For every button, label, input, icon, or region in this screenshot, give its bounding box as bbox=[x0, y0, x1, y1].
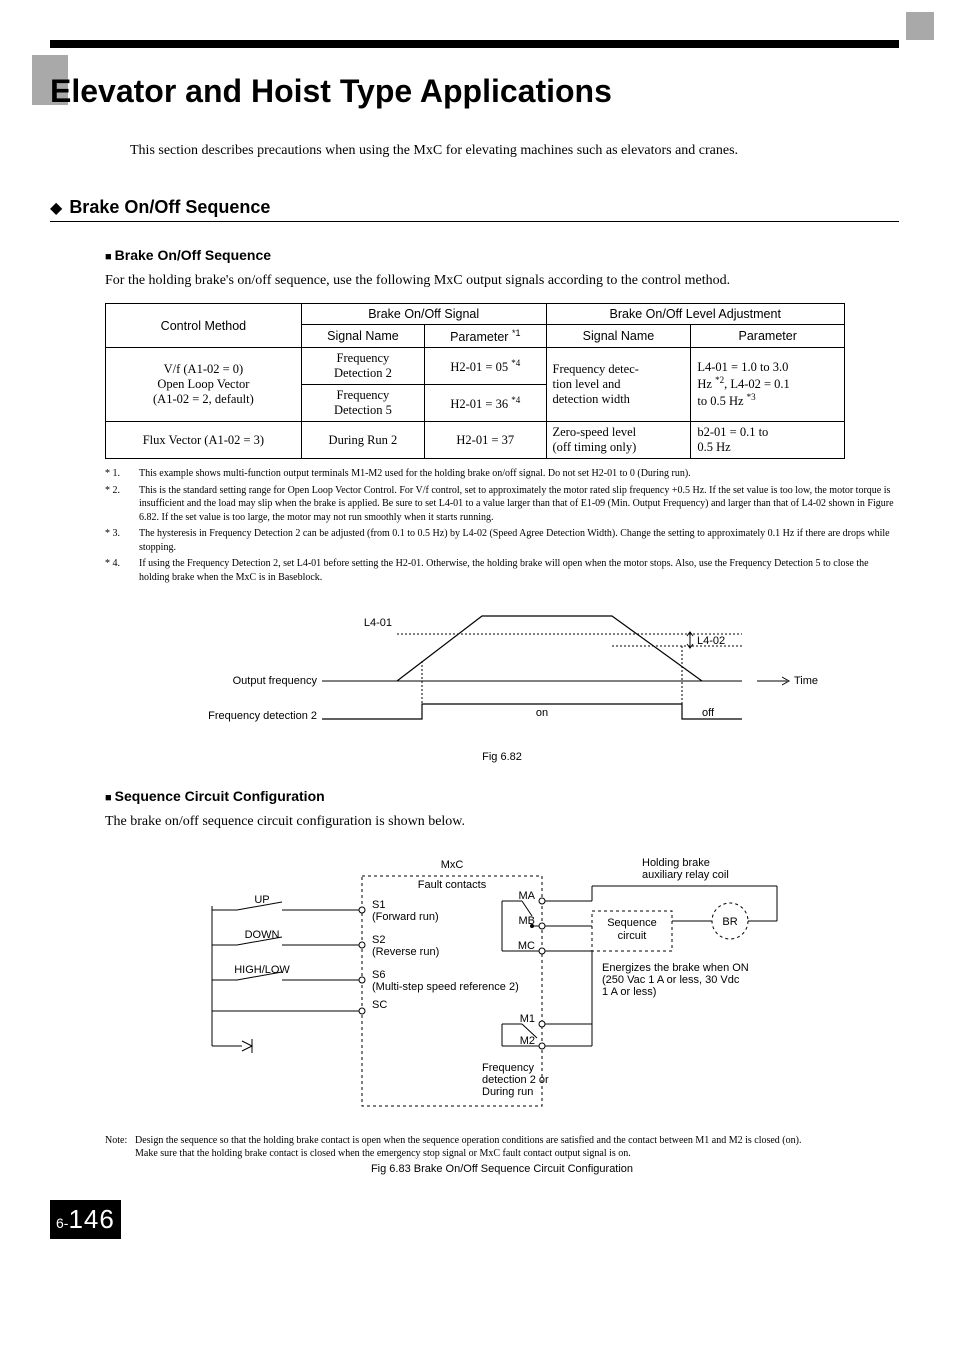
svg-text:HIGH/LOW: HIGH/LOW bbox=[234, 964, 290, 976]
svg-text:MA: MA bbox=[519, 890, 536, 902]
fig-683-caption: Fig 6.83 Brake On/Off Sequence Circuit C… bbox=[105, 1163, 899, 1175]
svg-text:S1: S1 bbox=[372, 899, 385, 911]
svg-text:L4-02: L4-02 bbox=[697, 635, 725, 647]
timing-diagram: L4-01 L4-02 Output frequency Time Freque… bbox=[105, 596, 899, 763]
page-title-wrap: Elevator and Hoist Type Applications bbox=[50, 73, 899, 110]
svg-text:off: off bbox=[702, 707, 715, 719]
svg-text:circuit: circuit bbox=[618, 930, 647, 942]
th-param: Parameter *1 bbox=[425, 325, 546, 348]
svg-text:L4-01: L4-01 bbox=[364, 617, 392, 629]
svg-text:M1: M1 bbox=[520, 1013, 535, 1025]
svg-text:(Reverse run): (Reverse run) bbox=[372, 946, 439, 958]
diamond-icon: ◆ bbox=[50, 198, 62, 218]
svg-text:1 A or less): 1 A or less) bbox=[602, 986, 656, 998]
th-param2: Parameter bbox=[691, 325, 845, 348]
section-heading-text: Brake On/Off Sequence bbox=[69, 197, 270, 218]
sub-heading-circuit: ■Sequence Circuit Configuration bbox=[105, 788, 899, 804]
svg-text:Energizes the brake when ON: Energizes the brake when ON bbox=[602, 962, 749, 974]
svg-text:Output frequency: Output frequency bbox=[233, 675, 318, 687]
svg-text:MxC: MxC bbox=[441, 859, 464, 871]
svg-text:During run: During run bbox=[482, 1086, 533, 1098]
td-pm-05: H2-01 = 05 *4 bbox=[425, 348, 546, 385]
svg-text:Frequency: Frequency bbox=[482, 1062, 534, 1074]
circuit-diagram: MxC Fault contacts UP S1 (Forward run) D… bbox=[105, 846, 899, 1126]
svg-text:DOWN: DOWN bbox=[245, 929, 280, 941]
td-sn2-zs: Zero-speed level(off timing only) bbox=[546, 422, 691, 459]
intro-text: This section describes precautions when … bbox=[130, 140, 899, 162]
square-icon: ■ bbox=[105, 792, 112, 804]
sub-body-brake-sequence: For the holding brake's on/off sequence,… bbox=[105, 269, 899, 293]
svg-text:Sequence: Sequence bbox=[607, 917, 657, 929]
fig-682-caption: Fig 6.82 bbox=[105, 751, 899, 763]
page-title: Elevator and Hoist Type Applications bbox=[50, 73, 899, 110]
th-control: Control Method bbox=[106, 304, 302, 348]
td-sn-fd2: FrequencyDetection 2 bbox=[301, 348, 424, 385]
svg-text:(Forward run): (Forward run) bbox=[372, 911, 439, 923]
svg-text:MC: MC bbox=[518, 940, 535, 952]
td-pm2-b2: b2-01 = 0.1 to0.5 Hz bbox=[691, 422, 845, 459]
td-pm-37: H2-01 = 37 bbox=[425, 422, 546, 459]
td-sn-dr2: During Run 2 bbox=[301, 422, 424, 459]
section-heading: ◆ Brake On/Off Sequence bbox=[50, 197, 899, 222]
circuit-note: Note: Design the sequence so that the ho… bbox=[105, 1134, 899, 1160]
svg-text:Time: Time bbox=[794, 675, 818, 687]
th-signal: Brake On/Off Signal bbox=[301, 304, 546, 325]
sub-heading-brake-sequence: ■Brake On/Off Sequence bbox=[105, 247, 899, 263]
td-sn2-fdlw: Frequency detec- tion level and detectio… bbox=[546, 348, 691, 422]
th-signame: Signal Name bbox=[301, 325, 424, 348]
svg-text:Frequency detection 2: Frequency detection 2 bbox=[208, 710, 317, 722]
top-bar bbox=[50, 40, 899, 48]
svg-text:(Multi-step speed reference 2): (Multi-step speed reference 2) bbox=[372, 981, 519, 993]
sub-body-circuit: The brake on/off sequence circuit config… bbox=[105, 810, 899, 834]
svg-text:Fault contacts: Fault contacts bbox=[418, 879, 487, 891]
page-number: 6-146 bbox=[50, 1200, 899, 1239]
td-cm-vf: V/f (A1-02 = 0) Open Loop Vector (A1-02 … bbox=[106, 348, 302, 422]
svg-text:on: on bbox=[536, 707, 548, 719]
svg-text:SC: SC bbox=[372, 999, 387, 1011]
td-pm2-l4: L4-01 = 1.0 to 3.0 Hz *2, L4-02 = 0.1 to… bbox=[691, 348, 845, 422]
svg-text:S6: S6 bbox=[372, 969, 385, 981]
svg-text:BR: BR bbox=[722, 916, 737, 928]
td-pm-36: H2-01 = 36 *4 bbox=[425, 385, 546, 422]
th-level: Brake On/Off Level Adjustment bbox=[546, 304, 845, 325]
svg-text:detection 2 or: detection 2 or bbox=[482, 1074, 549, 1086]
parameter-table: Control Method Brake On/Off Signal Brake… bbox=[105, 303, 845, 459]
td-cm-flux: Flux Vector (A1-02 = 3) bbox=[106, 422, 302, 459]
svg-text:S2: S2 bbox=[372, 934, 385, 946]
footnotes: * 1.This example shows multi-function ou… bbox=[105, 467, 899, 584]
td-sn-fd5: FrequencyDetection 5 bbox=[301, 385, 424, 422]
square-icon: ■ bbox=[105, 251, 112, 263]
svg-text:M2: M2 bbox=[520, 1035, 535, 1047]
svg-text:Holding brake: Holding brake bbox=[642, 857, 710, 869]
svg-text:auxiliary relay coil: auxiliary relay coil bbox=[642, 869, 729, 881]
svg-text:(250 Vac 1 A or less, 30 Vdc: (250 Vac 1 A or less, 30 Vdc bbox=[602, 974, 740, 986]
th-signame2: Signal Name bbox=[546, 325, 691, 348]
